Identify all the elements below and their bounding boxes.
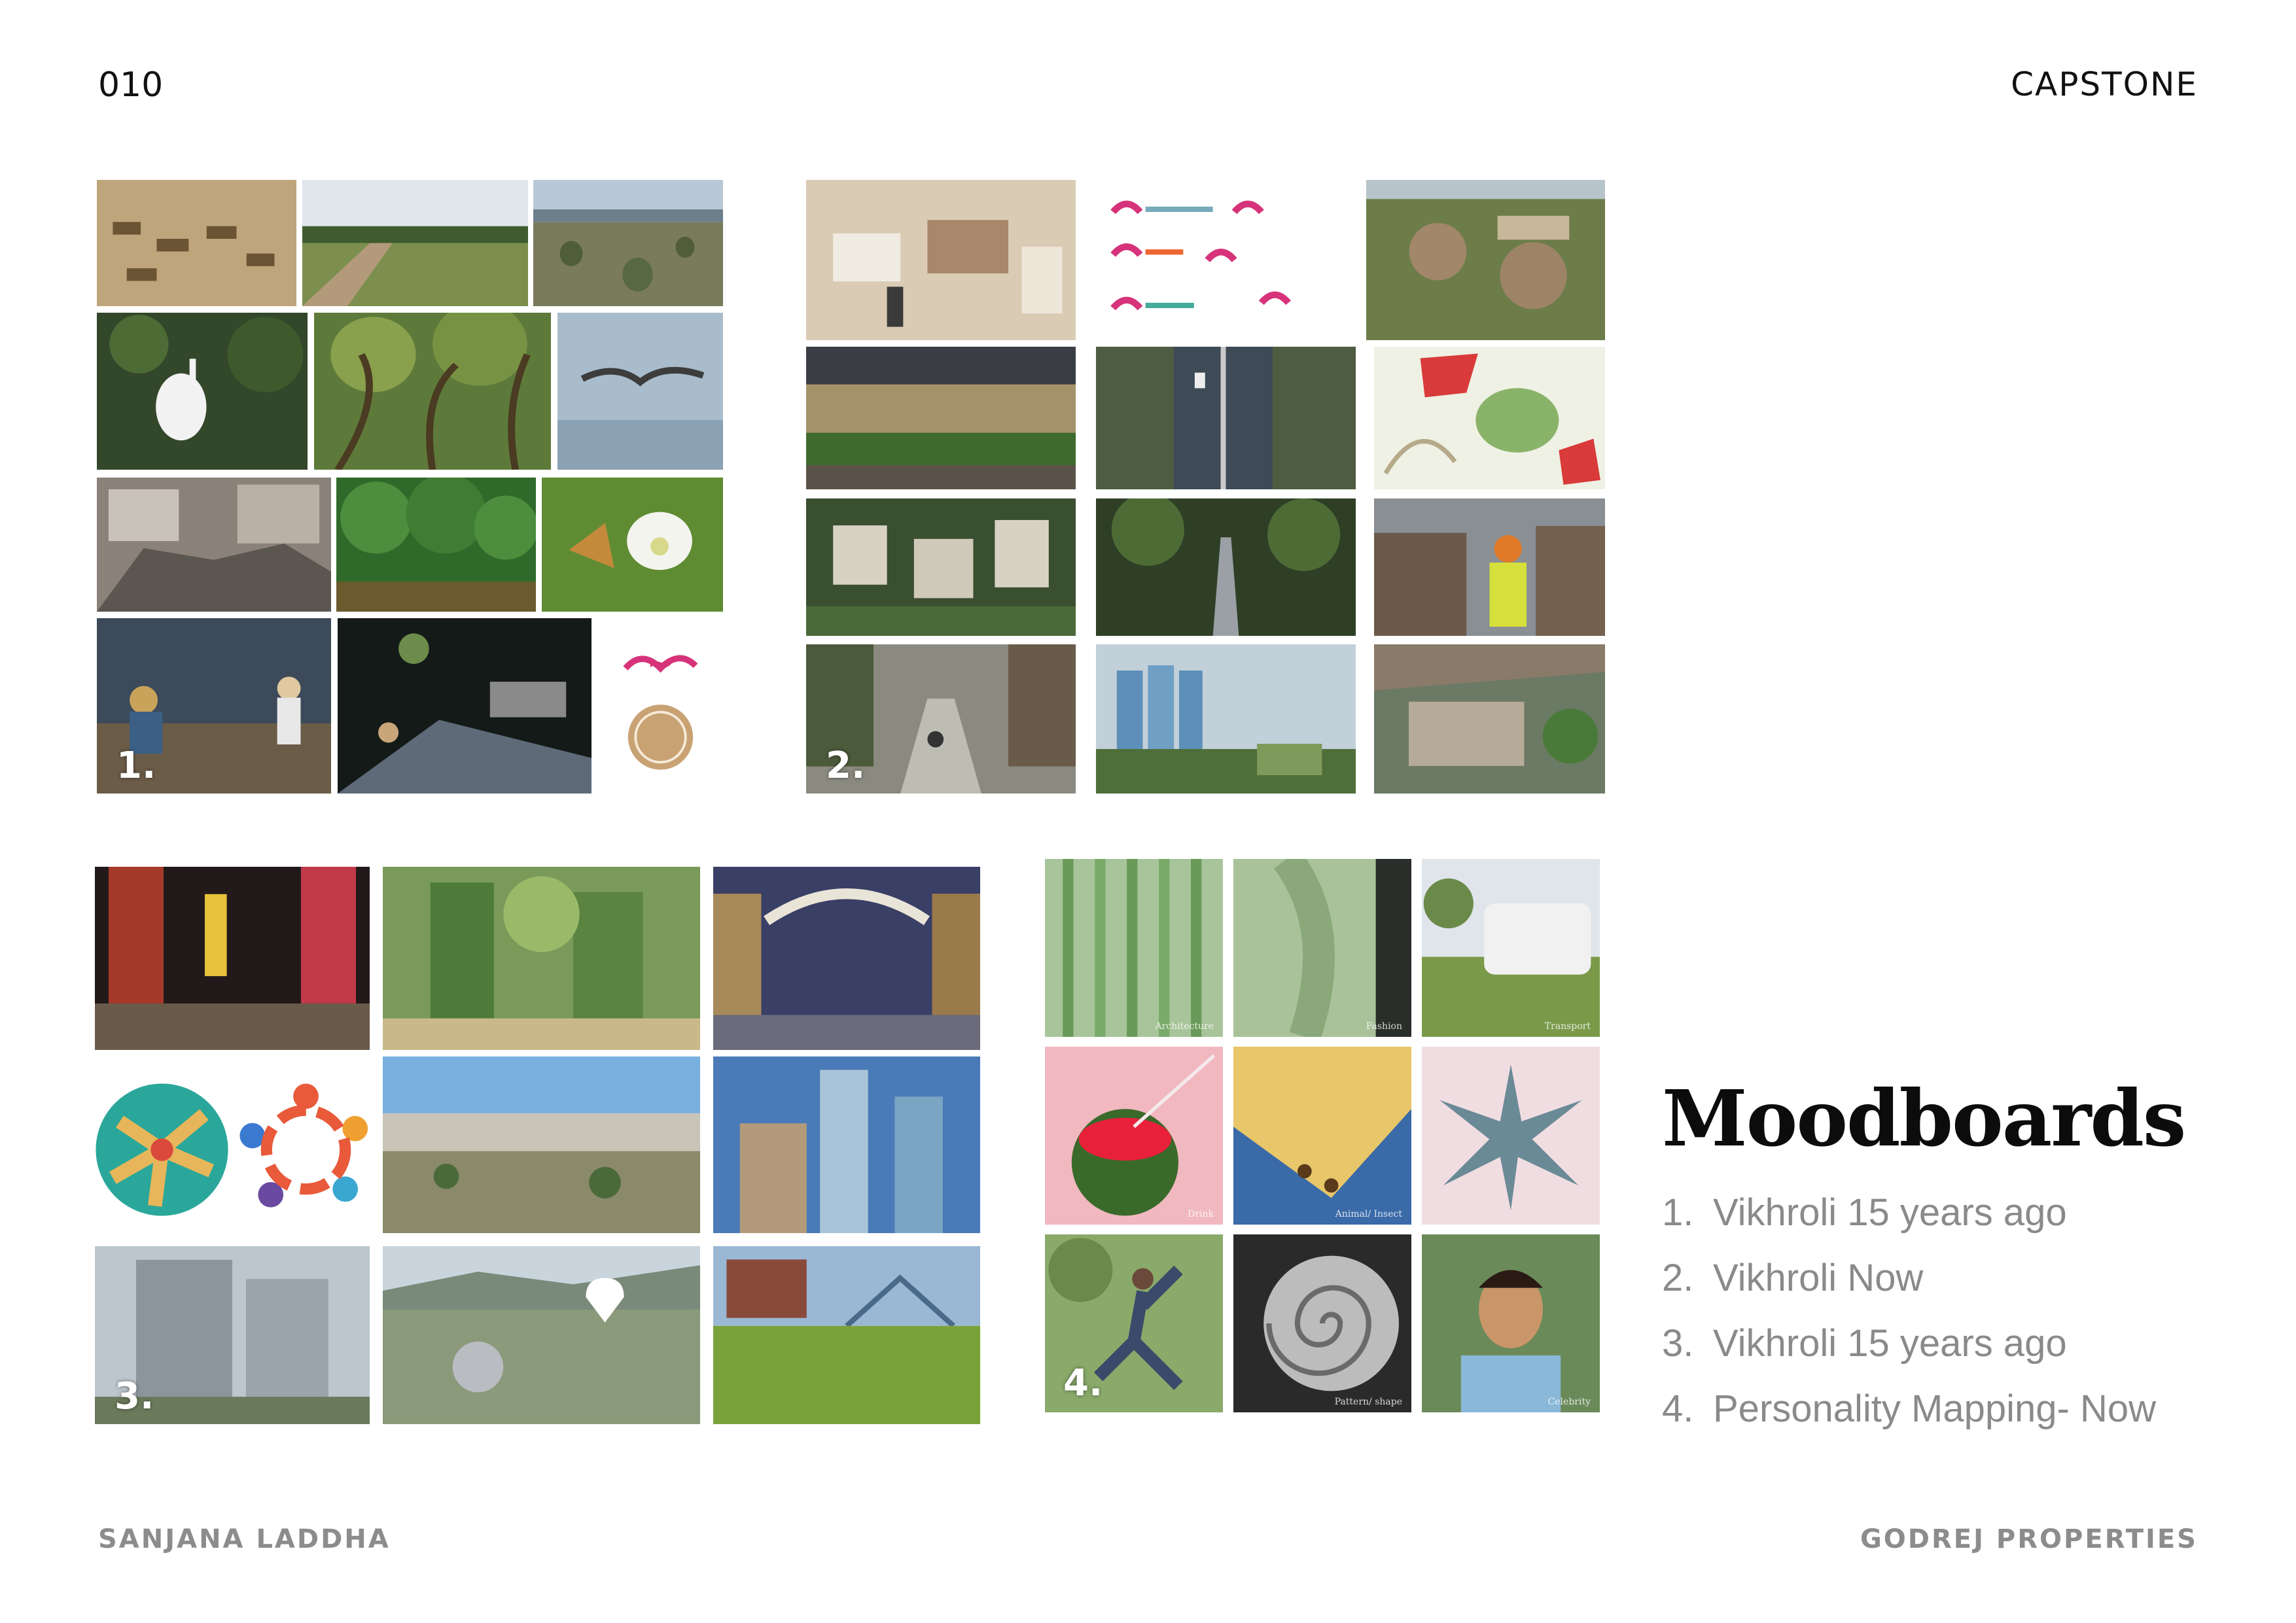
legend-item: 4. Personality Mapping- Now xyxy=(1662,1387,2156,1430)
green-mall-photo xyxy=(806,347,1076,489)
community-circle-icon xyxy=(236,1079,376,1220)
arcade-street-photo xyxy=(713,867,980,1050)
aerial-township-photo xyxy=(1366,180,1605,340)
open-field-photo xyxy=(302,180,528,306)
mangrove-trees-photo xyxy=(336,478,536,612)
godrej-india-logo: ~ xyxy=(598,618,723,794)
road-aerial-photo xyxy=(1096,347,1356,489)
footer-author: SANJANA LADDHA xyxy=(98,1524,391,1554)
office-block-photo: 3. xyxy=(95,1246,370,1424)
caption-architecture: Architecture xyxy=(1155,1021,1214,1032)
caption-drink: Drink xyxy=(1188,1209,1214,1219)
mangrove-forest-photo xyxy=(314,313,551,470)
godrej-brands-logos xyxy=(1086,180,1356,340)
flying-bird-photo xyxy=(557,313,723,470)
glass-towers-photo xyxy=(713,1056,980,1233)
highrise-towers-photo xyxy=(1096,644,1356,794)
caption-pattern: Pattern/ shape xyxy=(1334,1397,1402,1407)
legend-item: 3. Vikhroli 15 years ago xyxy=(1662,1322,2067,1365)
fashion-fabric-photo: Fashion xyxy=(1233,859,1411,1037)
yoga-pose-photo: 4. xyxy=(1045,1234,1223,1412)
board-number-2: 2. xyxy=(826,744,866,787)
caption-celebrity: Celebrity xyxy=(1547,1397,1591,1407)
spiral-shell-photo: Pattern/ shape xyxy=(1233,1234,1411,1412)
shrubland-photo xyxy=(533,180,723,306)
construction-worker-photo xyxy=(1374,498,1605,636)
celebrity-portrait-photo: Celebrity xyxy=(1422,1234,1600,1412)
moodboards-title: Moodboards xyxy=(1662,1073,2186,1164)
butterfly-flower-photo xyxy=(542,478,723,612)
waterfront-park-photo xyxy=(713,1246,980,1424)
cycle-street-photo: 2. xyxy=(806,644,1076,794)
residential-render-photo xyxy=(806,498,1076,636)
moodboard-legend: 1. Vikhroli 15 years ago 2. Vikhroli Now 3… xyxy=(1662,1191,2156,1452)
board-number-4: 4. xyxy=(1063,1362,1103,1405)
board-number-1: 1. xyxy=(116,744,156,787)
footer-client: GODREJ PROPERTIES xyxy=(1860,1524,2198,1554)
architecture-fins-photo: Architecture xyxy=(1045,859,1223,1037)
caption-animal: Animal/ Insect xyxy=(1335,1209,1402,1219)
excavation-photo xyxy=(97,180,296,306)
watermelon-drink-photo: Drink xyxy=(1045,1047,1223,1225)
unity-hands-icon xyxy=(92,1079,232,1220)
board-number-3: 3. xyxy=(115,1375,154,1418)
legend-item: 2. Vikhroli Now xyxy=(1662,1257,1924,1299)
aerial-map-photo xyxy=(383,1246,700,1424)
caravan-photo: Transport xyxy=(1422,859,1600,1037)
mangrove-boardwalk-photo xyxy=(1096,498,1356,636)
master-plan-map xyxy=(1374,347,1605,489)
caption-transport: Transport xyxy=(1544,1021,1591,1032)
office-interior-photo xyxy=(806,180,1076,340)
neon-street-photo xyxy=(95,867,370,1050)
header-title: CAPSTONE xyxy=(2011,65,2198,103)
plaza-crowd-photo xyxy=(383,1056,700,1233)
legend-item: 1. Vikhroli 15 years ago xyxy=(1662,1191,2067,1234)
vertical-garden-photo xyxy=(383,867,700,1050)
factory-workers-photo: 1. xyxy=(97,618,331,794)
honeycomb-bees-photo: Animal/ Insect xyxy=(1233,1047,1411,1225)
green-interior-photo xyxy=(1374,644,1605,794)
egret-photo xyxy=(97,313,308,470)
page-number: 010 xyxy=(98,65,164,105)
star-object-photo xyxy=(1422,1047,1600,1225)
demolished-slum-photo xyxy=(97,478,331,612)
caption-fashion: Fashion xyxy=(1366,1021,1402,1032)
night-street-photo xyxy=(338,618,592,794)
